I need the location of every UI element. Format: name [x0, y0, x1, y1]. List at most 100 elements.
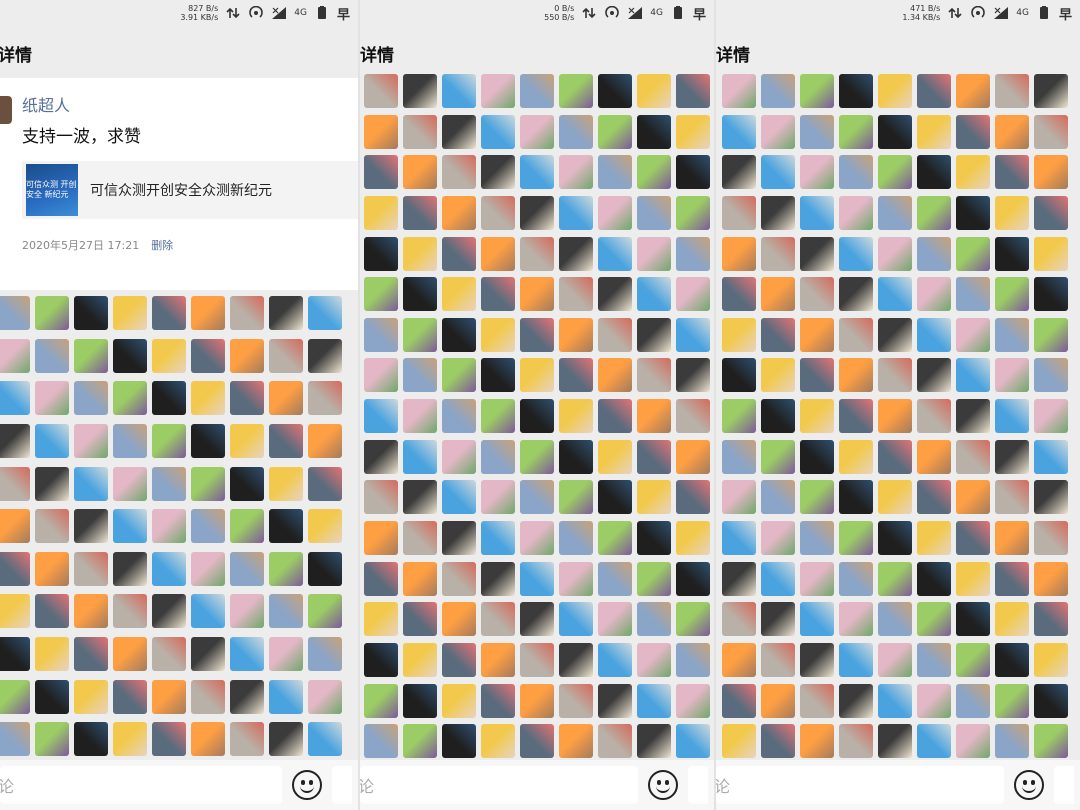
- liker-avatar[interactable]: [364, 74, 398, 108]
- liker-avatar[interactable]: [74, 423, 108, 458]
- liker-avatar[interactable]: [637, 602, 671, 637]
- emoji-icon[interactable]: [292, 770, 322, 800]
- liker-avatar[interactable]: [230, 466, 264, 501]
- liker-avatar[interactable]: [74, 509, 108, 544]
- comment-input[interactable]: 论: [360, 766, 638, 804]
- liker-avatar[interactable]: [191, 722, 225, 757]
- liker-avatar[interactable]: [191, 594, 225, 629]
- liker-avatar[interactable]: [403, 277, 437, 312]
- liker-avatar[interactable]: [520, 399, 554, 434]
- liker-avatar[interactable]: [917, 480, 951, 515]
- liker-avatar[interactable]: [152, 637, 186, 672]
- liker-avatar[interactable]: [230, 594, 264, 629]
- liker-avatar[interactable]: [839, 277, 873, 312]
- liker-avatar[interactable]: [878, 155, 912, 190]
- liker-avatar[interactable]: [598, 155, 632, 190]
- liker-avatar[interactable]: [956, 643, 990, 678]
- liker-avatar[interactable]: [676, 521, 710, 556]
- liker-avatar[interactable]: [722, 602, 756, 637]
- liker-avatar[interactable]: [520, 602, 554, 637]
- liker-avatar[interactable]: [800, 399, 834, 434]
- liker-avatar[interactable]: [364, 724, 398, 759]
- liker-avatar[interactable]: [152, 679, 186, 714]
- liker-avatar[interactable]: [520, 724, 554, 759]
- liker-avatar[interactable]: [878, 521, 912, 556]
- liker-avatar[interactable]: [559, 439, 593, 474]
- liker-avatar[interactable]: [230, 509, 264, 544]
- liker-avatar[interactable]: [917, 439, 951, 474]
- liker-avatar[interactable]: [956, 236, 990, 271]
- liker-avatar[interactable]: [839, 399, 873, 434]
- liker-avatar[interactable]: [800, 317, 834, 352]
- liker-avatar[interactable]: [956, 602, 990, 637]
- liker-avatar[interactable]: [917, 399, 951, 434]
- liker-avatar[interactable]: [839, 74, 873, 108]
- liker-avatar[interactable]: [995, 358, 1029, 393]
- liker-avatar[interactable]: [559, 114, 593, 149]
- liker-avatar[interactable]: [839, 114, 873, 149]
- liker-avatar[interactable]: [520, 114, 554, 149]
- liker-avatar[interactable]: [917, 277, 951, 312]
- liker-avatar[interactable]: [481, 399, 515, 434]
- liker-avatar[interactable]: [598, 439, 632, 474]
- liker-avatar[interactable]: [74, 594, 108, 629]
- liker-avatar[interactable]: [364, 195, 398, 230]
- liker-avatar[interactable]: [481, 521, 515, 556]
- liker-avatar[interactable]: [722, 724, 756, 759]
- post-username[interactable]: 纸超人: [22, 92, 358, 116]
- liker-avatar[interactable]: [74, 381, 108, 416]
- liker-avatar[interactable]: [559, 155, 593, 190]
- liker-avatar[interactable]: [722, 399, 756, 434]
- liker-avatar[interactable]: [722, 114, 756, 149]
- liker-avatar[interactable]: [520, 439, 554, 474]
- liker-avatar[interactable]: [676, 155, 710, 190]
- liker-avatar[interactable]: [878, 724, 912, 759]
- liker-avatar[interactable]: [230, 637, 264, 672]
- liker-avatar[interactable]: [598, 195, 632, 230]
- liker-avatar[interactable]: [878, 317, 912, 352]
- liker-avatar[interactable]: [403, 480, 437, 515]
- liker-avatar[interactable]: [113, 679, 147, 714]
- liker-avatar[interactable]: [1034, 602, 1068, 637]
- liker-avatar[interactable]: [308, 296, 342, 330]
- liker-avatar[interactable]: [364, 277, 398, 312]
- liker-avatar[interactable]: [559, 195, 593, 230]
- liker-avatar[interactable]: [598, 602, 632, 637]
- liker-avatar[interactable]: [35, 296, 69, 330]
- liker-avatar[interactable]: [800, 155, 834, 190]
- liker-avatar[interactable]: [676, 399, 710, 434]
- liker-avatar[interactable]: [598, 74, 632, 108]
- liker-avatar[interactable]: [0, 722, 30, 757]
- liker-avatar[interactable]: [113, 381, 147, 416]
- liker-avatar[interactable]: [761, 521, 795, 556]
- liker-avatar[interactable]: [839, 155, 873, 190]
- liker-avatar[interactable]: [676, 74, 710, 108]
- liker-avatar[interactable]: [761, 724, 795, 759]
- liker-avatar[interactable]: [722, 521, 756, 556]
- liker-avatar[interactable]: [995, 317, 1029, 352]
- liker-avatar[interactable]: [800, 643, 834, 678]
- liker-avatar[interactable]: [839, 643, 873, 678]
- liker-avatar[interactable]: [269, 466, 303, 501]
- liker-avatar[interactable]: [520, 195, 554, 230]
- liker-avatar[interactable]: [676, 236, 710, 271]
- liker-avatar[interactable]: [191, 466, 225, 501]
- liker-avatar[interactable]: [598, 561, 632, 596]
- liker-avatar[interactable]: [152, 338, 186, 373]
- shared-link-card[interactable]: 可信众测 开创安全 新纪元 可信众测开创安全众测新纪元: [22, 161, 358, 219]
- liker-avatar[interactable]: [481, 683, 515, 718]
- liker-avatar[interactable]: [403, 155, 437, 190]
- liker-avatar[interactable]: [800, 480, 834, 515]
- liker-avatar[interactable]: [676, 114, 710, 149]
- liker-avatar[interactable]: [956, 317, 990, 352]
- liker-avatar[interactable]: [364, 236, 398, 271]
- liker-avatar[interactable]: [956, 399, 990, 434]
- liker-avatar[interactable]: [74, 551, 108, 586]
- comment-input[interactable]: 论: [716, 766, 1004, 804]
- liker-avatar[interactable]: [761, 480, 795, 515]
- liker-avatar[interactable]: [403, 114, 437, 149]
- liker-avatar[interactable]: [269, 423, 303, 458]
- liker-avatar[interactable]: [917, 114, 951, 149]
- liker-avatar[interactable]: [637, 114, 671, 149]
- liker-avatar[interactable]: [878, 358, 912, 393]
